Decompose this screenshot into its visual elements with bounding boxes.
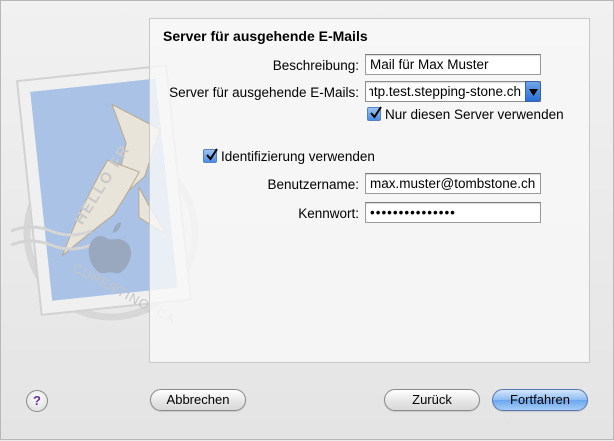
- checkmark-icon: [206, 148, 218, 161]
- use-auth-checkbox[interactable]: [203, 148, 218, 163]
- password-field[interactable]: •••••••••••••••: [365, 202, 541, 223]
- username-field[interactable]: max.muster@tombstone.ch: [365, 173, 541, 194]
- outgoing-server-value: smtp.test.stepping-stone.ch: [369, 84, 521, 99]
- continue-button[interactable]: Fortfahren: [492, 389, 588, 411]
- only-server-label: Nur diesen Server verwenden: [385, 107, 564, 122]
- panel-title: Server für ausgehende E-Mails: [163, 28, 368, 44]
- chevron-down-icon[interactable]: [525, 81, 541, 102]
- only-server-checkbox[interactable]: [367, 106, 382, 121]
- outgoing-server-label: Server für ausgehende E-Mails:: [169, 85, 359, 100]
- stamp-text-top: HELLO FR: [71, 141, 134, 228]
- description-field[interactable]: Mail für Max Muster: [365, 54, 541, 75]
- mail-setup-window: HELLO FR CUPERTINO, CA Server für ausgeh…: [0, 0, 614, 440]
- checkmark-icon: [370, 106, 382, 119]
- help-button[interactable]: ?: [26, 390, 48, 412]
- cancel-button[interactable]: Abbrechen: [150, 389, 246, 411]
- back-button[interactable]: Zurück: [384, 389, 480, 411]
- username-label: Benutzername:: [267, 177, 359, 192]
- password-label: Kennwort:: [298, 206, 359, 221]
- outgoing-server-combo[interactable]: smtp.test.stepping-stone.ch: [365, 81, 541, 102]
- use-auth-label: Identifizierung verwenden: [221, 149, 375, 164]
- description-label: Beschreibung:: [272, 58, 359, 73]
